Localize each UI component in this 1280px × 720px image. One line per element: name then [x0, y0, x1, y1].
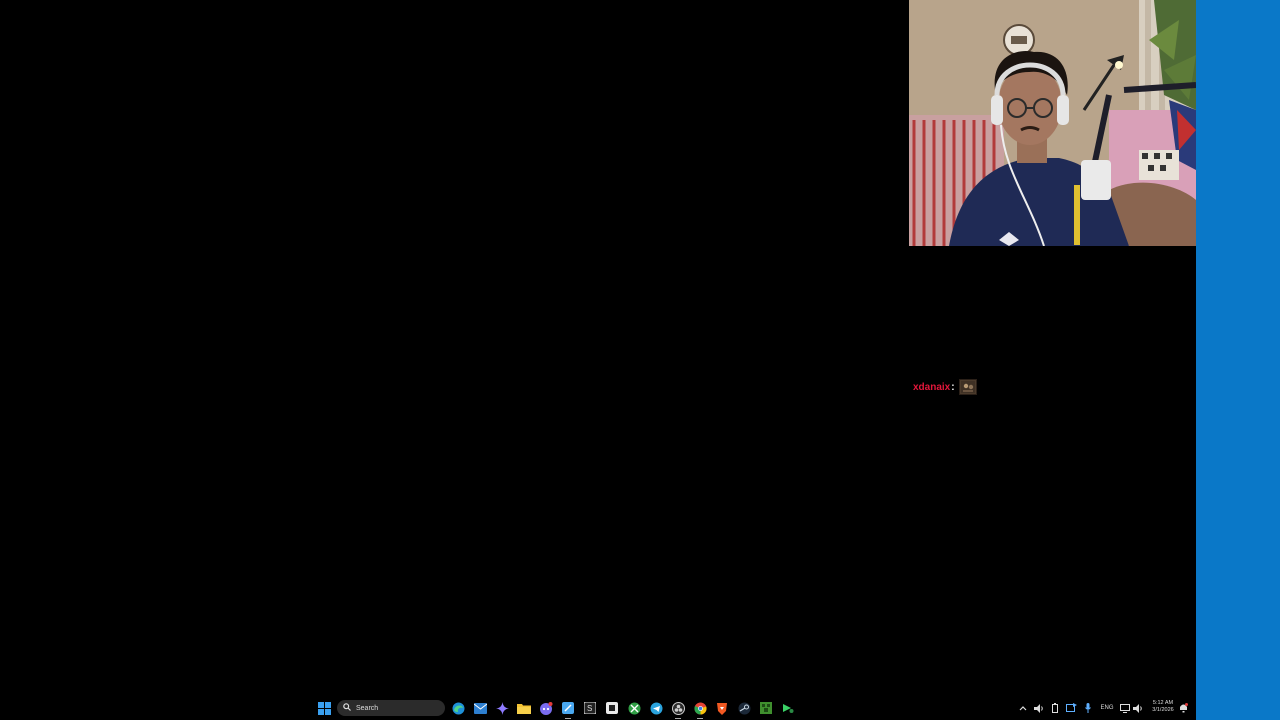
emote-icon: [958, 379, 977, 395]
spotify-icon[interactable]: [780, 700, 796, 716]
chevron-up-icon[interactable]: [1017, 701, 1029, 715]
mail-icon[interactable]: [472, 700, 488, 716]
minecraft-icon[interactable]: [758, 700, 774, 716]
files-icon[interactable]: [516, 700, 532, 716]
notes-icon[interactable]: [560, 700, 576, 719]
taskbar-search-input[interactable]: Search: [337, 700, 445, 716]
clock-time: 5:12 AM: [1152, 700, 1174, 706]
gemini-icon[interactable]: [494, 700, 510, 716]
telegram-icon[interactable]: [648, 700, 664, 716]
obs-icon[interactable]: [670, 700, 686, 719]
discord-icon[interactable]: [538, 700, 554, 716]
search-label: Search: [356, 704, 379, 712]
running-indicator: [675, 718, 681, 719]
chat-separator: :: [951, 381, 955, 393]
chrome-icon[interactable]: [692, 700, 708, 719]
battery-icon[interactable]: [1049, 701, 1061, 715]
running-indicator: [565, 718, 571, 719]
volume-icon[interactable]: [1033, 701, 1045, 715]
clock-date: 3/1/2026: [1152, 707, 1174, 713]
running-indicator: [697, 718, 703, 719]
windows-start-icon[interactable]: [316, 700, 332, 716]
network-icon[interactable]: [1119, 701, 1131, 715]
side-panel-strip: [1196, 0, 1280, 720]
edge-icon[interactable]: [450, 700, 466, 716]
app-icon[interactable]: S: [582, 700, 598, 716]
brave-icon[interactable]: [714, 700, 730, 716]
notification-icon[interactable]: [1177, 701, 1189, 715]
webcam-overlay: [909, 0, 1196, 246]
language-indicator[interactable]: ENG: [1098, 701, 1116, 715]
chat-message: xdanaix :: [913, 379, 977, 395]
steam-icon[interactable]: [736, 700, 752, 716]
mic-icon[interactable]: [1082, 701, 1094, 715]
search-icon: [343, 703, 351, 713]
svg-text:S: S: [587, 704, 592, 713]
sync-icon[interactable]: [1065, 701, 1077, 715]
xbox-icon[interactable]: [626, 700, 642, 716]
taskbar-clock[interactable]: 5:12 AM 3/1/2026: [1146, 700, 1180, 714]
ms-store-icon[interactable]: [604, 700, 620, 716]
speaker-icon[interactable]: [1132, 701, 1144, 715]
chat-username: xdanaix: [913, 381, 951, 393]
